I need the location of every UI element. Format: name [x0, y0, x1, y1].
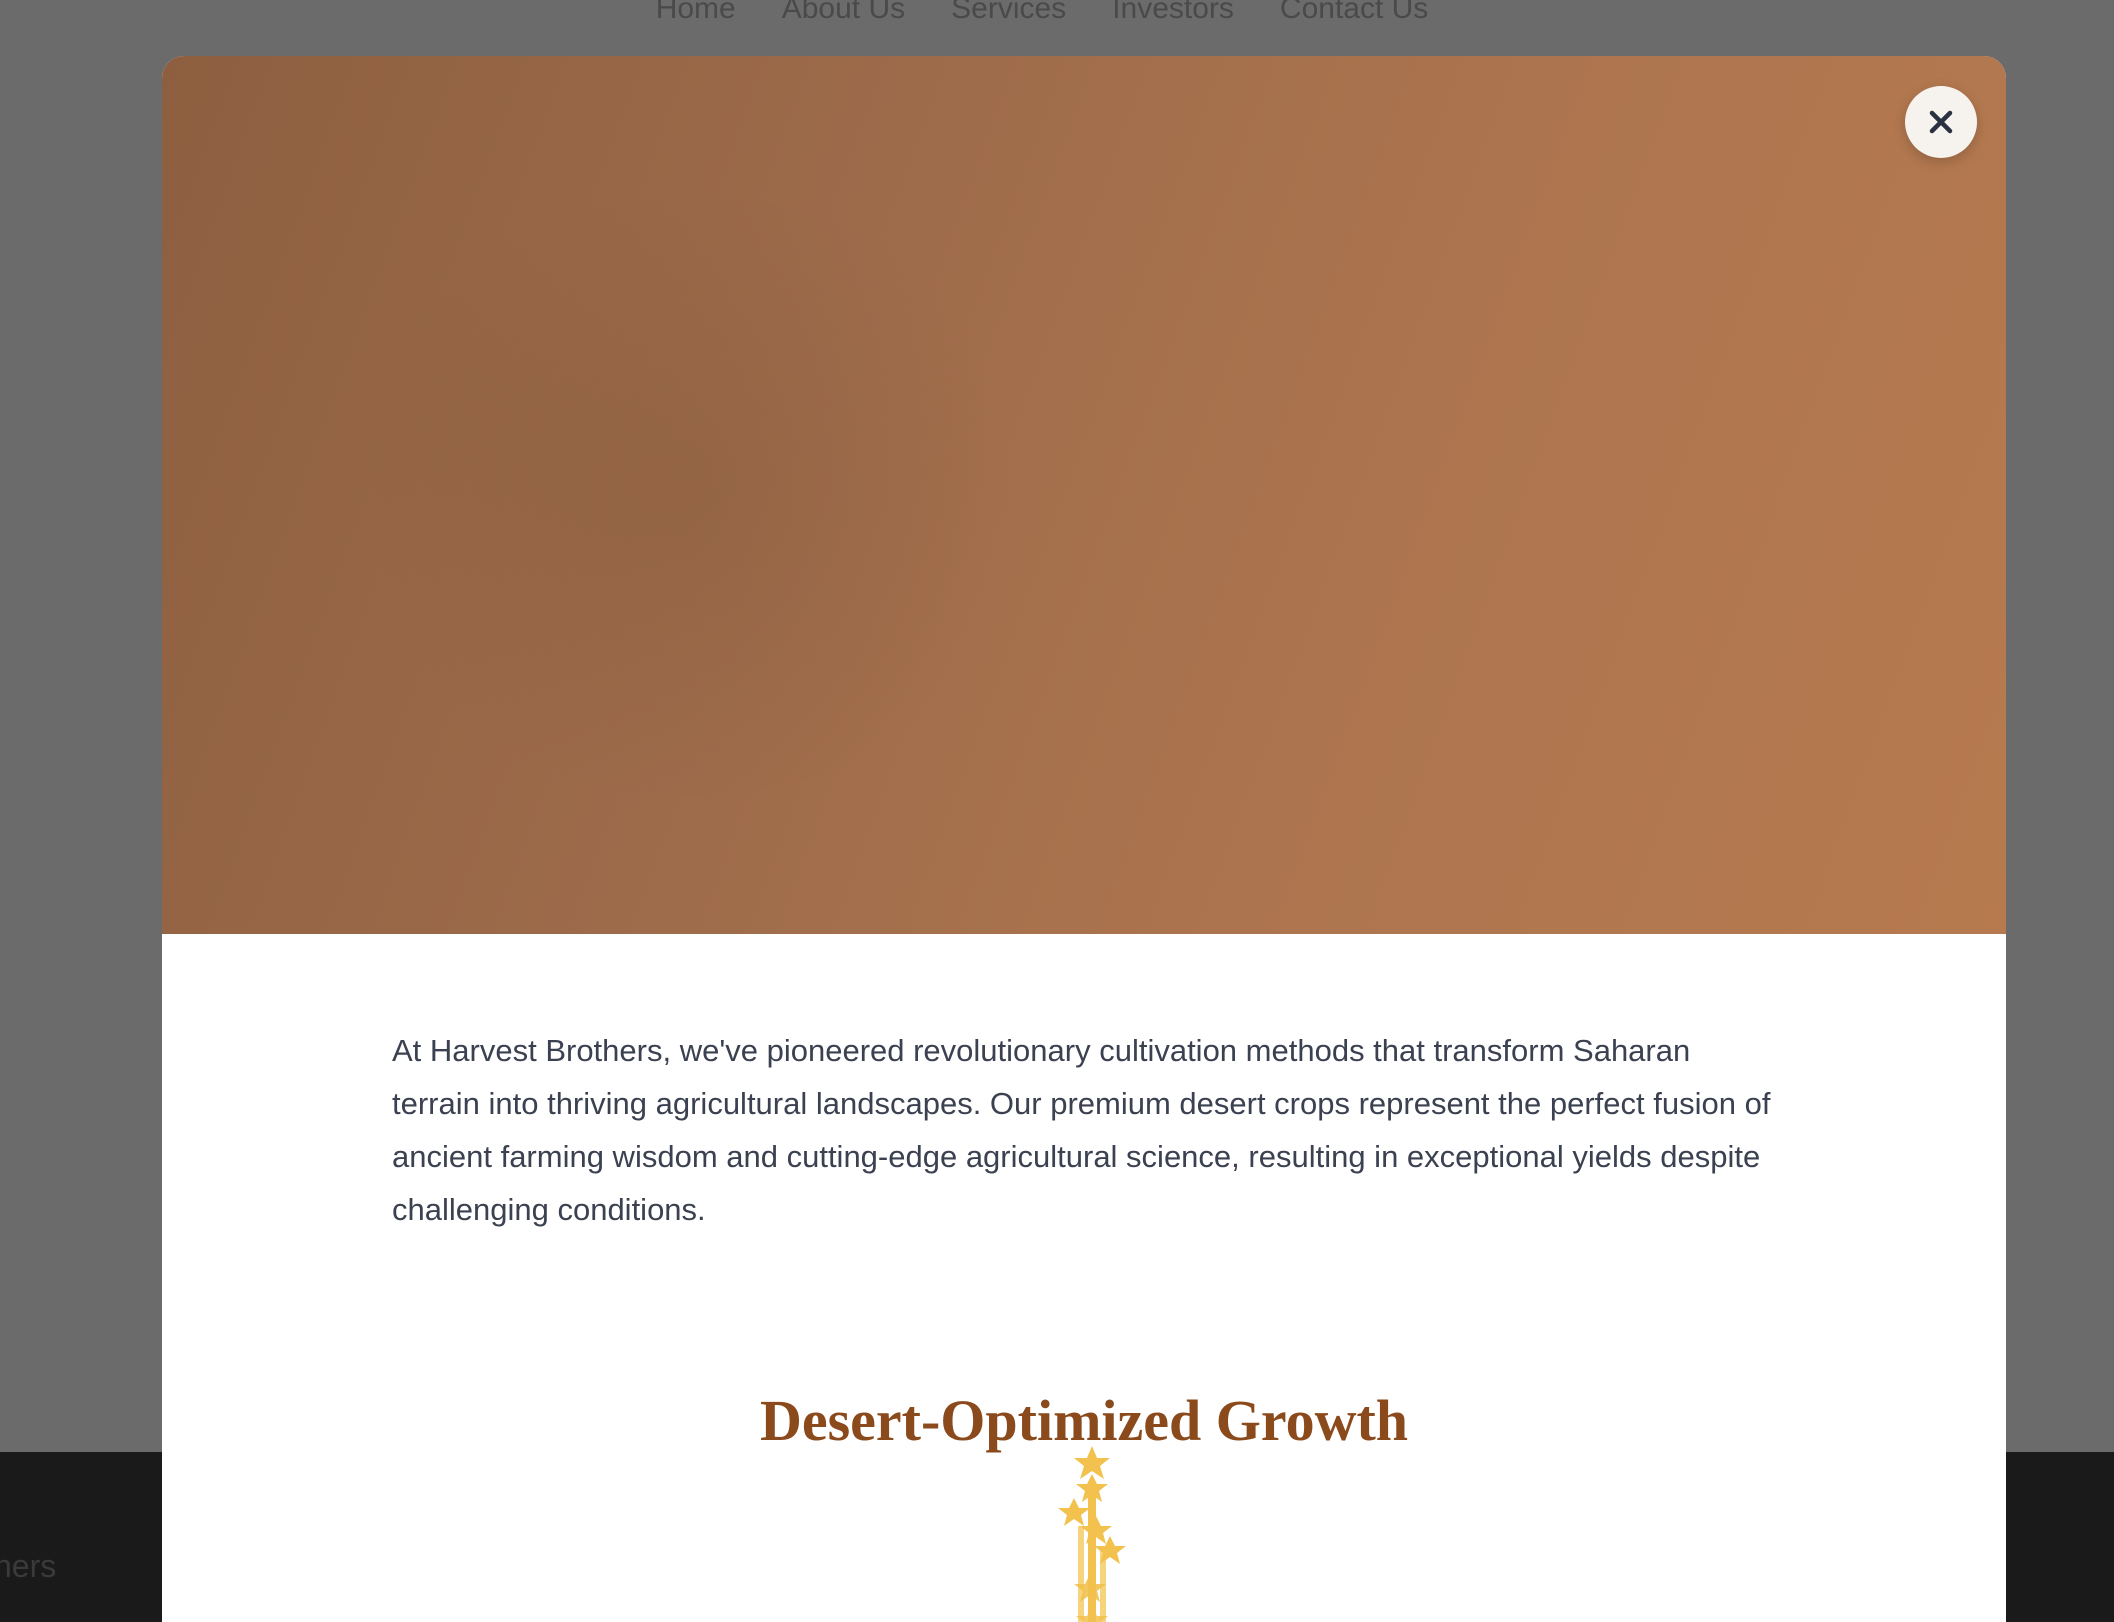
nav-item-services: Services: [951, 0, 1067, 25]
nav-item-contact: Contact Us: [1279, 0, 1429, 25]
intro-paragraph: At Harvest Brothers, we've pioneered rev…: [392, 1033, 1771, 1227]
nav-item-about: About Us: [781, 0, 906, 25]
close-button[interactable]: [1905, 86, 1977, 158]
modal-dialog: At Harvest Brothers, we've pioneered rev…: [162, 56, 2006, 1622]
background-nav: Home About Us Services Investors Contact…: [0, 0, 2114, 26]
nav-item-investors: Investors: [1112, 0, 1234, 25]
hero-image: [162, 56, 2006, 934]
background-footer-text: hers: [0, 1548, 57, 1584]
nav-item-home: Home: [655, 0, 736, 25]
close-icon: [1929, 110, 1953, 134]
modal-content: At Harvest Brothers, we've pioneered rev…: [162, 1024, 2006, 1454]
wheat-plant-icon: [1058, 1446, 1126, 1622]
hero-glow: [342, 196, 1042, 796]
section-title: Desert-Optimized Growth: [759, 1388, 1409, 1453]
page: Home About Us Services Investors Contact…: [0, 0, 2114, 1622]
